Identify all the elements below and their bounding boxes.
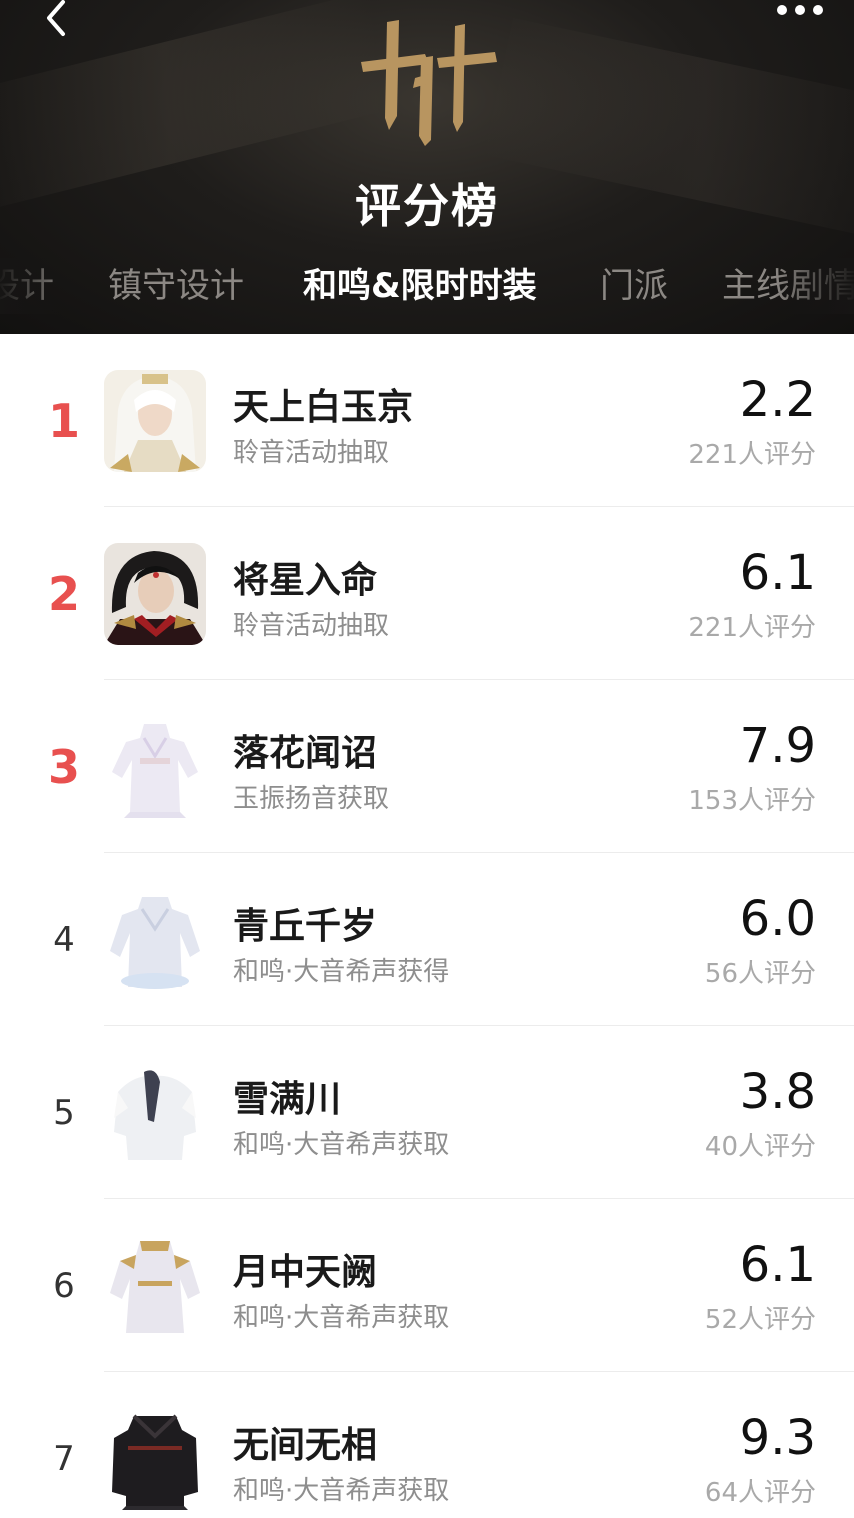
- tab-sect[interactable]: 门派: [600, 258, 668, 314]
- rank-number: 7: [53, 1438, 75, 1479]
- item-source: 和鸣·大音希声获得: [233, 957, 450, 987]
- chevron-left-icon: [47, 0, 65, 36]
- header-banner: 评分榜 设计 镇守设计 和鸣&限时时装 门派 主线剧情: [0, 0, 854, 334]
- list-item[interactable]: 4 青丘千岁 和鸣·大音希声获得 6.0 56人评分: [0, 853, 854, 1026]
- tab-guard-design[interactable]: 镇守设计: [108, 258, 244, 314]
- item-thumbnail: [104, 889, 206, 991]
- item-thumbnail: [104, 716, 206, 818]
- item-thumbnail: [104, 1235, 206, 1337]
- list-item[interactable]: 3 落花闻诏 玉振扬音获取 7.9 153人评分: [0, 680, 854, 853]
- portrait-image: [104, 370, 206, 472]
- outfit-image: [104, 889, 206, 991]
- item-name: 无间无相: [233, 1425, 378, 1466]
- more-dots-icon: [777, 5, 823, 15]
- item-source: 玉振扬音获取: [233, 784, 390, 814]
- rating-count: 153人评分: [688, 786, 816, 816]
- item-score: 9.3: [739, 1410, 816, 1466]
- list-item[interactable]: 5 雪满川 和鸣·大音希声获取 3.8 40人评分: [0, 1026, 854, 1199]
- list-item[interactable]: 6 月中天阙 和鸣·大音希声获取 6.1 52人评分: [0, 1199, 854, 1372]
- item-name: 天上白玉京: [233, 387, 414, 428]
- item-thumbnail: [104, 543, 206, 645]
- portrait-image: [104, 543, 206, 645]
- item-thumbnail: [104, 370, 206, 472]
- item-source: 和鸣·大音希声获取: [233, 1476, 450, 1506]
- outfit-image: [104, 1235, 206, 1337]
- rank-number: 3: [47, 739, 80, 794]
- item-score: 6.0: [739, 891, 816, 947]
- item-name: 青丘千岁: [233, 906, 378, 947]
- back-button[interactable]: [30, 0, 78, 42]
- more-options-button[interactable]: [770, 0, 830, 28]
- rating-count: 40人评分: [704, 1132, 816, 1162]
- item-name: 落花闻诏: [233, 733, 378, 774]
- tab-heming-limited-outfits[interactable]: 和鸣&限时时装: [303, 258, 537, 314]
- tabs-fade-left: [0, 258, 70, 314]
- item-source: 聆音活动抽取: [233, 438, 390, 468]
- page-title: 评分榜: [355, 179, 499, 233]
- item-score: 6.1: [739, 1237, 816, 1293]
- rank-number: 4: [53, 919, 75, 960]
- rank-number: 6: [53, 1265, 75, 1306]
- outfit-image: [104, 1062, 206, 1164]
- item-score: 3.8: [739, 1064, 816, 1120]
- item-thumbnail: [104, 1408, 206, 1510]
- item-name: 月中天阙: [233, 1252, 378, 1293]
- item-score: 2.2: [739, 372, 816, 428]
- list-item[interactable]: 7 无间无相 和鸣·大音希声获取 9.3 64人评分: [0, 1372, 854, 1518]
- rank-number: 5: [53, 1092, 75, 1133]
- outfit-image: [104, 716, 206, 818]
- game-logo-icon: [361, 20, 497, 146]
- item-score: 7.9: [739, 718, 816, 774]
- rating-count: 56人评分: [704, 959, 816, 989]
- item-score: 6.1: [739, 545, 816, 601]
- rating-count: 221人评分: [688, 613, 816, 643]
- item-source: 和鸣·大音希声获取: [233, 1130, 450, 1160]
- tabs-fade-right: [774, 258, 854, 314]
- list-item[interactable]: 1 天上白玉京 聆音活动抽取 2.2 221人评分: [0, 334, 854, 507]
- item-source: 聆音活动抽取: [233, 611, 390, 641]
- outfit-image: [104, 1408, 206, 1510]
- list-item[interactable]: 2 将星入命 聆音活动抽取 6.1 221人评分: [0, 507, 854, 680]
- category-tabs[interactable]: 设计 镇守设计 和鸣&限时时装 门派 主线剧情: [0, 258, 854, 314]
- rating-count: 64人评分: [704, 1478, 816, 1508]
- rating-count: 52人评分: [704, 1305, 816, 1335]
- rating-count: 221人评分: [688, 440, 816, 470]
- item-source: 和鸣·大音希声获取: [233, 1303, 450, 1333]
- ranking-list: 1 天上白玉京 聆音活动抽取 2.2 221人评分 2 将星入命 聆音活动抽取 …: [0, 334, 854, 1518]
- item-thumbnail: [104, 1062, 206, 1164]
- rank-number: 1: [47, 393, 80, 448]
- item-name: 雪满川: [233, 1079, 342, 1120]
- rank-number: 2: [47, 566, 80, 621]
- item-name: 将星入命: [233, 560, 378, 601]
